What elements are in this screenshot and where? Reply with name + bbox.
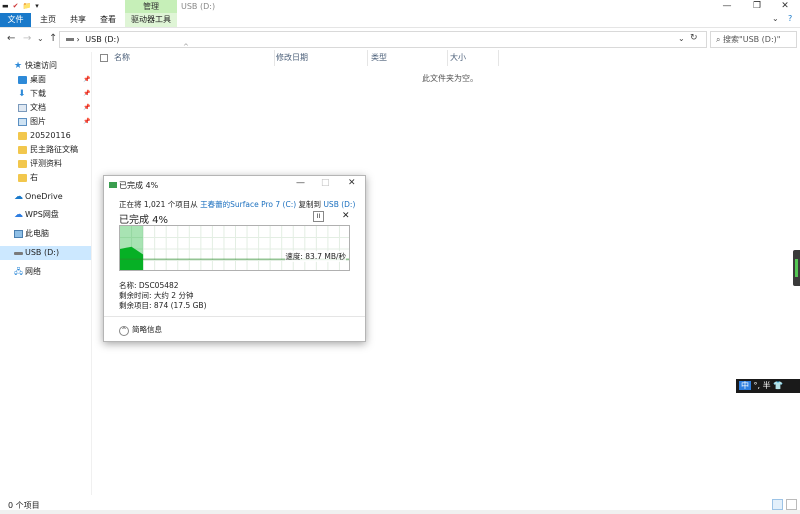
tab-file[interactable]: 文件 [0, 13, 31, 27]
select-all-checkbox[interactable] [100, 54, 108, 62]
folder-icon [18, 132, 27, 140]
download-icon: ⬇ [18, 89, 26, 99]
maximize-button[interactable]: ❐ [742, 0, 772, 13]
large-icons-view-button[interactable] [786, 499, 797, 510]
refresh-icon[interactable]: ↻ [690, 33, 698, 43]
progress-heading: 已完成 4% [119, 215, 169, 226]
pin-icon: 📌 [83, 104, 91, 111]
speed-graph-svg [120, 226, 349, 270]
dialog-maximize-button: □ [321, 178, 330, 188]
column-type[interactable]: 类型 [368, 50, 448, 66]
horizontal-scrollbar[interactable] [0, 510, 800, 514]
cloud-icon: ☁ [14, 210, 23, 220]
up-icon[interactable]: ↑ [49, 33, 57, 45]
folder-icon [18, 174, 27, 182]
nav-desktop[interactable]: 桌面 📌 [0, 73, 91, 87]
help-icon[interactable]: ? [788, 14, 792, 23]
nav-downloads[interactable]: ⬇ 下载 📌 [0, 87, 91, 101]
document-icon [18, 104, 27, 112]
transfer-speed-graph: 速度: 83.7 MB/秒 [119, 225, 350, 271]
drive-icon [14, 252, 23, 255]
nav-quick-access[interactable]: ★ 快速访问 [0, 59, 91, 73]
back-icon[interactable]: ← [7, 33, 15, 45]
battery-indicator [795, 259, 798, 277]
dialog-title: 已完成 4% [119, 181, 159, 190]
nav-folder-20520116[interactable]: 20520116 [0, 129, 91, 143]
dialog-close-button[interactable]: ✕ [348, 178, 356, 188]
manage-context-tab[interactable]: 管理 [125, 0, 177, 13]
window-title: USB (D:) [181, 2, 216, 11]
folder-icon [18, 146, 27, 154]
navigation-pane: ★ 快速访问 桌面 📌 ⬇ 下载 📌 文档 📌 图片 📌 20520116 民主… [0, 52, 92, 495]
star-icon: ★ [14, 61, 23, 71]
search-icon: ⌕ [716, 35, 724, 44]
address-field[interactable]: › USB (D:) [59, 31, 707, 48]
nav-documents[interactable]: 文档 📌 [0, 101, 91, 115]
copy-description: 正在将 1,021 个项目从 王春蕾的Surface Pro 7 (C:) 复制… [119, 200, 356, 209]
desktop-icon [18, 76, 27, 84]
tab-share[interactable]: 共享 [63, 13, 93, 27]
nav-wps-drive[interactable]: ☁ WPS网盘 [0, 208, 91, 222]
picture-icon [18, 118, 27, 126]
nav-folder-essay[interactable]: 民主路征文稿 [0, 143, 91, 157]
empty-folder-message: 此文件夹为空。 [422, 74, 478, 83]
pin-icon: 📌 [83, 118, 91, 125]
copy-progress-dialog: 已完成 4% — □ ✕ 正在将 1,021 个项目从 王春蕾的Surface … [103, 175, 366, 342]
drive-icon [66, 38, 74, 41]
nav-usb-drive[interactable]: USB (D:) [0, 246, 91, 260]
dialog-divider [104, 316, 365, 317]
minimize-button[interactable]: — [712, 0, 742, 13]
customize-toolbar-icon[interactable]: ▾ [35, 2, 39, 11]
less-details-button[interactable]: ^ 简略信息 [119, 324, 162, 336]
ime-toolbar[interactable]: 中 °, 半 👕 [736, 379, 800, 393]
ribbon-expand-icon[interactable]: ⌄ [772, 14, 779, 23]
nav-folder-review[interactable]: 评测资料 [0, 157, 91, 171]
network-icon: 🖧 [14, 267, 23, 276]
title-bar: ▬ ✔ 📁 ▾ 管理 USB (D:) — ❐ ✕ [0, 0, 800, 13]
pause-button[interactable]: II [313, 211, 324, 222]
ime-status: °, 半 👕 [753, 381, 784, 390]
drive-icon[interactable]: ▬ [2, 2, 9, 11]
column-headers: 名称 修改日期 类型 大小 [93, 50, 800, 66]
address-dropdown-icon[interactable]: ⌄ [678, 33, 685, 45]
computer-icon [14, 230, 23, 238]
nav-network[interactable]: 🖧 网络 [0, 265, 91, 279]
ribbon-tabs: 文件 主页 共享 查看 驱动器工具 ⌄ ? [0, 13, 800, 28]
search-input[interactable]: ⌕ 搜索"USB (D:)" [710, 31, 797, 48]
tab-home[interactable]: 主页 [33, 13, 63, 27]
column-name[interactable]: 名称 [111, 50, 275, 66]
details-view-button[interactable] [772, 499, 783, 510]
pin-icon: 📌 [83, 76, 91, 83]
quick-access-toolbar: ▬ ✔ 📁 ▾ [2, 2, 39, 11]
breadcrumb-separator: › [76, 35, 80, 44]
speed-readout: 速度: 83.7 MB/秒 [285, 251, 346, 262]
nav-this-pc[interactable]: 此电脑 [0, 227, 91, 241]
address-toolbar: ← → ⌄ ↑ › USB (D:) ⌄ ↻ ⌕ 搜索"USB (D:)" [0, 28, 800, 50]
column-size[interactable]: 大小 [447, 50, 499, 66]
ime-mode[interactable]: 中 [739, 381, 751, 390]
chevron-up-icon: ^ [119, 326, 129, 336]
forward-icon[interactable]: → [23, 33, 31, 45]
tab-view[interactable]: 查看 [93, 13, 123, 27]
recent-locations-icon[interactable]: ⌄ [37, 33, 44, 45]
nav-onedrive[interactable]: ☁ OneDrive [0, 190, 91, 204]
pin-icon: 📌 [83, 90, 91, 97]
close-button[interactable]: ✕ [770, 0, 800, 13]
nav-folder-right[interactable]: 右 [0, 171, 91, 185]
properties-icon[interactable]: ✔ [13, 2, 19, 11]
copy-icon [109, 182, 117, 188]
breadcrumb-usb[interactable]: USB (D:) [85, 35, 119, 44]
cancel-copy-button[interactable]: ✕ [342, 211, 350, 221]
column-modified[interactable]: 修改日期 [273, 50, 368, 66]
source-link[interactable]: 王春蕾的Surface Pro 7 (C:) [200, 200, 296, 209]
cloud-icon: ☁ [14, 192, 23, 202]
tab-drive-tools[interactable]: 驱动器工具 [125, 13, 177, 27]
folder-icon [18, 160, 27, 168]
side-panel-handle[interactable] [793, 250, 800, 286]
nav-pictures[interactable]: 图片 📌 [0, 115, 91, 129]
dialog-minimize-button[interactable]: — [296, 178, 305, 188]
destination-link[interactable]: USB (D:) [323, 200, 355, 209]
new-folder-icon[interactable]: 📁 [23, 2, 32, 11]
remaining-items: 剩余项目: 874 (17.5 GB) [119, 301, 207, 310]
